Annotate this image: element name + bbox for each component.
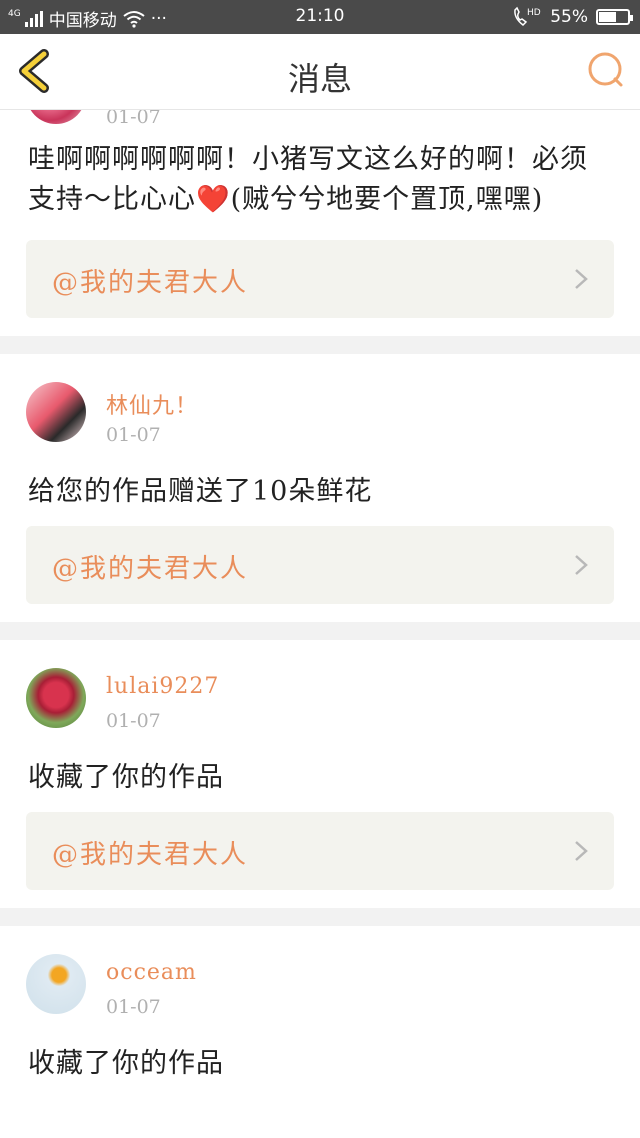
work-reference-link[interactable]: @我的夫君大人 xyxy=(26,812,614,890)
avatar[interactable] xyxy=(26,668,86,728)
message-text: 收藏了你的作品 xyxy=(28,762,224,793)
message-card: lulai9227 01-07 收藏了你的作品 @我的夫君大人 xyxy=(0,640,640,908)
message-card: 林仙九！ 01-07 给您的作品赠送了10朵鲜花 @我的夫君大人 xyxy=(0,354,640,622)
status-bar: 4G 中国移动 ··· 21:10 HD 55% xyxy=(0,0,640,34)
message-header: 林仙九！ 01-07 xyxy=(0,354,640,464)
divider xyxy=(0,622,640,640)
message-list[interactable]: 01-07 哇啊啊啊啊啊啊！小猪写文这么好的啊！必须支持～比心心❤️(贼兮兮地要… xyxy=(0,110,640,1138)
message-card: occeam 01-07 收藏了你的作品 xyxy=(0,926,640,1084)
battery-icon xyxy=(596,9,633,25)
battery-percent: 55% xyxy=(550,7,588,27)
chevron-right-icon xyxy=(575,555,588,575)
message-header: lulai9227 01-07 xyxy=(0,640,640,750)
avatar[interactable] xyxy=(26,382,86,442)
work-reference-label: @我的夫君大人 xyxy=(52,268,249,298)
message-text: 收藏了你的作品 xyxy=(28,1048,224,1079)
work-reference-label: @我的夫君大人 xyxy=(52,840,249,870)
hd-label: HD xyxy=(527,8,541,18)
avatar[interactable] xyxy=(26,110,86,124)
username[interactable]: occeam xyxy=(106,960,197,985)
chevron-right-icon xyxy=(575,841,588,861)
username[interactable]: 林仙九！ xyxy=(106,388,198,420)
status-right: HD 55% xyxy=(512,6,633,28)
message-card: 01-07 哇啊啊啊啊啊啊！小猪写文这么好的啊！必须支持～比心心❤️(贼兮兮地要… xyxy=(0,110,640,336)
message-header: 01-07 xyxy=(0,110,640,146)
phone-hd-icon: HD xyxy=(514,6,541,26)
chevron-right-icon xyxy=(575,269,588,289)
message-text: 哇啊啊啊啊啊啊！小猪写文这么好的啊！必须支持～比心心❤️(贼兮兮地要个置顶,嘿嘿… xyxy=(28,144,588,215)
battery-fill xyxy=(599,12,616,22)
message-text: 给您的作品赠送了10朵鲜花 xyxy=(28,476,373,507)
work-reference-link[interactable]: @我的夫君大人 xyxy=(26,240,614,318)
message-date: 01-07 xyxy=(106,996,161,1018)
search-button[interactable] xyxy=(586,50,626,90)
message-date: 01-07 xyxy=(106,424,161,446)
work-reference-label: @我的夫君大人 xyxy=(52,554,249,584)
header: 消息 xyxy=(0,34,640,110)
message-date: 01-07 xyxy=(106,110,161,128)
page-title: 消息 xyxy=(287,60,352,98)
work-reference-link[interactable]: @我的夫君大人 xyxy=(26,526,614,604)
username[interactable]: lulai9227 xyxy=(106,674,219,699)
message-date: 01-07 xyxy=(106,710,161,732)
divider xyxy=(0,336,640,354)
avatar[interactable] xyxy=(26,954,86,1014)
message-header: occeam 01-07 xyxy=(0,926,640,1036)
divider xyxy=(0,908,640,926)
